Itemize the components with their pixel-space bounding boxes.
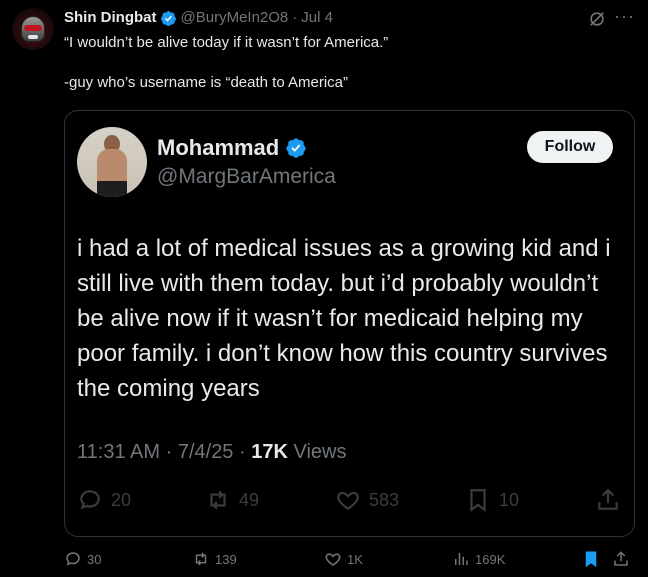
quote-bookmark-button[interactable]: 10 <box>465 487 519 513</box>
share-icon <box>614 551 628 566</box>
quote-text: i had a lot of medical issues as a growi… <box>77 235 611 402</box>
separator-dot: · <box>239 441 246 463</box>
author-name[interactable]: Shin Dingbat <box>64 8 157 28</box>
quote-share-button[interactable] <box>595 487 629 513</box>
grok-icon[interactable] <box>588 10 606 28</box>
quote-time[interactable]: 11:31 AM <box>77 441 160 463</box>
reply-count: 30 <box>87 551 102 567</box>
quote-author-handle[interactable]: @MargBarAmerica <box>157 165 336 189</box>
separator-dot: · <box>165 441 173 463</box>
quote-views-label: Views <box>293 441 347 463</box>
share-button[interactable] <box>612 550 635 568</box>
views-count: 169K <box>475 551 506 567</box>
like-button[interactable]: 1K <box>324 550 363 568</box>
tweet-action-bar: 30 139 1K 169K <box>64 550 636 572</box>
quote-bookmark-count: 10 <box>499 489 520 510</box>
quote-timestamp-row: 11:31 AM · 7/4/25 · 17K Views <box>77 441 347 464</box>
quote-author-name[interactable]: Mohammad <box>157 135 279 161</box>
quote-like-count: 583 <box>369 489 400 510</box>
views-icon <box>455 553 468 565</box>
bookmark-button[interactable] <box>582 550 605 568</box>
repost-icon <box>195 552 207 566</box>
reply-button[interactable]: 30 <box>64 550 101 568</box>
like-icon <box>337 491 359 510</box>
views-button[interactable]: 169K <box>452 550 505 568</box>
quote-reply-button[interactable]: 20 <box>77 487 131 513</box>
quoted-tweet-card[interactable]: Mohammad @MargBarAmerica Follow i had a … <box>64 110 635 537</box>
verified-badge-icon <box>160 10 176 26</box>
quote-author-row: Mohammad <box>157 135 307 161</box>
tweet-date[interactable]: Jul 4 <box>301 8 333 28</box>
quote-like-button[interactable]: 583 <box>335 487 399 513</box>
quote-repost-button[interactable]: 49 <box>205 487 259 513</box>
verified-badge-icon <box>286 138 306 158</box>
bookmark-icon <box>470 489 486 512</box>
bookmark-icon <box>585 551 597 568</box>
separator-dot: · <box>292 9 298 26</box>
quote-views-count: 17K <box>251 441 288 463</box>
repost-button[interactable]: 139 <box>192 550 237 568</box>
repost-icon <box>210 490 226 510</box>
like-icon <box>325 553 341 566</box>
tweet-text: “I wouldn’t be alive today if it wasn’t … <box>64 34 389 91</box>
like-count: 1K <box>347 551 363 567</box>
quote-action-bar: 20 49 583 10 <box>77 487 625 521</box>
follow-button[interactable]: Follow <box>527 131 613 163</box>
share-icon <box>598 488 618 510</box>
repost-count: 139 <box>215 551 237 567</box>
more-icon[interactable]: ··· <box>614 7 634 28</box>
reply-icon <box>80 490 100 510</box>
author-handle[interactable]: @BuryMeIn2O8 <box>181 8 289 28</box>
quote-reply-count: 20 <box>111 489 132 510</box>
quote-author-avatar[interactable] <box>77 127 147 197</box>
reply-icon <box>66 552 80 566</box>
author-avatar[interactable] <box>12 8 54 50</box>
quote-repost-count: 49 <box>239 489 260 510</box>
tweet-header: Shin Dingbat @BuryMeIn2O8 · Jul 4 <box>64 8 333 28</box>
quote-date[interactable]: 7/4/25 <box>178 441 234 463</box>
